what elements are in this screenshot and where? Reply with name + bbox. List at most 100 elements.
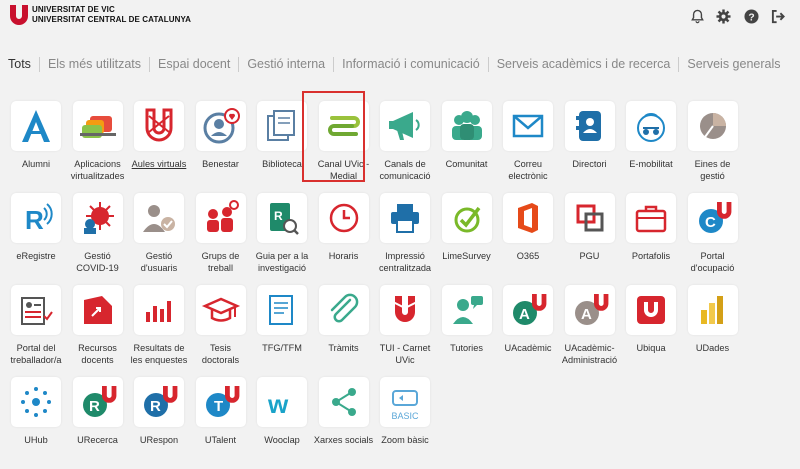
app-tile-box[interactable]	[134, 285, 184, 335]
app-tile[interactable]: Aplicacions virtualitzades	[68, 101, 128, 193]
app-tile-box[interactable]	[318, 377, 369, 427]
app-tile[interactable]: Correu electrònic	[498, 101, 558, 193]
logout-icon[interactable]	[770, 8, 786, 24]
app-tile[interactable]: Alumni	[6, 101, 66, 193]
app-tile[interactable]: LimeSurvey	[437, 193, 497, 285]
app-tile-box[interactable]: A	[503, 285, 553, 335]
app-tile[interactable]: C Portal d'ocupació	[683, 193, 743, 285]
app-tile-box[interactable]: w	[257, 377, 307, 427]
app-tile-box[interactable]	[564, 193, 615, 243]
app-tile-box[interactable]: BASIC	[380, 377, 430, 427]
app-tile[interactable]: Xarxes socials	[314, 377, 374, 469]
app-tile-box[interactable]	[626, 285, 676, 335]
help-icon[interactable]: ?	[743, 8, 759, 24]
tab-serveis-academics[interactable]: Serveis acadèmics i de recerca	[489, 57, 679, 71]
app-tile-box[interactable]	[318, 285, 369, 335]
app-tile[interactable]: Aules virtuals	[129, 101, 189, 193]
app-tile[interactable]: A UAcadèmic-Administració	[560, 285, 620, 377]
app-tile-box[interactable]	[72, 193, 123, 243]
app-tile-box[interactable]	[380, 285, 430, 335]
app-tile[interactable]: TUI - Carnet UVic	[375, 285, 435, 377]
app-tile-box[interactable]	[626, 193, 676, 243]
tab-serveis-generals[interactable]: Serveis generals	[679, 57, 788, 71]
app-tile[interactable]: R URecerca	[68, 377, 128, 469]
app-tile-box[interactable]	[441, 193, 492, 243]
app-tile-box[interactable]	[687, 285, 738, 335]
app-tile[interactable]: w Wooclap	[252, 377, 312, 469]
app-tile-box[interactable]: A	[564, 285, 615, 335]
app-tile[interactable]: Tràmits	[314, 285, 374, 377]
app-tile-box[interactable]	[195, 101, 246, 151]
app-tile-box[interactable]: T	[195, 377, 246, 427]
app-tile[interactable]: O365	[498, 193, 558, 285]
app-tile-box[interactable]	[134, 193, 184, 243]
tab-espai-docent[interactable]: Espai docent	[150, 57, 238, 71]
app-tile-box[interactable]	[11, 101, 61, 151]
app-tile[interactable]: Eines de gestió	[683, 101, 743, 193]
app-tile[interactable]: Recursos docents	[68, 285, 128, 377]
app-tile-box[interactable]	[11, 377, 61, 427]
app-tile-box[interactable]	[441, 285, 492, 335]
app-tile-box[interactable]	[195, 285, 246, 335]
app-tile-box[interactable]	[564, 101, 615, 151]
app-tile[interactable]: BASIC Zoom bàsic	[375, 377, 435, 469]
app-tile[interactable]: PGU	[560, 193, 620, 285]
tab-tots[interactable]: Tots	[0, 57, 39, 71]
tab-gestio-interna[interactable]: Gestió interna	[239, 57, 333, 71]
app-tile[interactable]: T UTalent	[191, 377, 251, 469]
app-tile-box[interactable]	[441, 101, 492, 151]
app-tile-box[interactable]	[72, 101, 123, 151]
app-tile-box[interactable]	[257, 285, 307, 335]
app-tile-box[interactable]	[380, 193, 430, 243]
app-tile[interactable]: UHub	[6, 377, 66, 469]
svg-text:w: w	[267, 389, 289, 419]
bell-icon[interactable]	[689, 8, 705, 24]
app-tile[interactable]: Portafolis	[621, 193, 681, 285]
app-tile[interactable]: Directori	[560, 101, 620, 193]
app-tile-box[interactable]	[380, 101, 430, 151]
app-tile-box[interactable]	[626, 101, 676, 151]
tab-mes-utilitzats[interactable]: Els més utilitzats	[40, 57, 149, 71]
app-tile[interactable]: Canals de comunicació	[375, 101, 435, 193]
uvic-logo-icon[interactable]	[10, 5, 28, 25]
app-tile-box[interactable]	[503, 101, 553, 151]
app-tile[interactable]: Canal UVic - Medial	[314, 101, 374, 193]
app-tile[interactable]: UDades	[683, 285, 743, 377]
tab-informacio-comunicacio[interactable]: Informació i comunicació	[334, 57, 488, 71]
app-tile-box[interactable]	[503, 193, 553, 243]
app-tile-box[interactable]: C	[687, 193, 738, 243]
gear-icon[interactable]	[715, 8, 731, 24]
app-tile[interactable]: E-mobilitat	[621, 101, 681, 193]
brand-name[interactable]: UNIVERSITAT DE VIC UNIVERSITAT CENTRAL D…	[32, 5, 191, 24]
app-tile[interactable]: Biblioteca	[252, 101, 312, 193]
app-tile-box[interactable]: R	[72, 377, 123, 427]
app-tile[interactable]: Ubiqua	[621, 285, 681, 377]
app-tile[interactable]: Comunitat	[437, 101, 497, 193]
app-tile[interactable]: Gestió d'usuaris	[129, 193, 189, 285]
app-tile[interactable]: R URespon	[129, 377, 189, 469]
app-tile[interactable]: Tutories	[437, 285, 497, 377]
app-tile[interactable]: A UAcadèmic	[498, 285, 558, 377]
app-tile[interactable]: ReRegistre	[6, 193, 66, 285]
app-tile-box[interactable]	[318, 193, 369, 243]
app-tile[interactable]: Horaris	[314, 193, 374, 285]
app-tile-box[interactable]	[318, 101, 369, 151]
app-tile[interactable]: R Guia per a la investigació	[252, 193, 312, 285]
app-tile[interactable]: Grups de treball	[191, 193, 251, 285]
app-tile-box[interactable]	[11, 285, 61, 335]
app-tile[interactable]: Resultats de les enquestes	[129, 285, 189, 377]
app-tile[interactable]: Portal del treballador/a	[6, 285, 66, 377]
app-tile-box[interactable]: R	[11, 193, 61, 243]
app-tile-box[interactable]	[134, 101, 184, 151]
app-tile[interactable]: TFG/TFM	[252, 285, 312, 377]
app-tile[interactable]: Gestió COVID-19	[68, 193, 128, 285]
app-tile[interactable]: Benestar	[191, 101, 251, 193]
app-tile-box[interactable]	[195, 193, 246, 243]
app-tile-box[interactable]: R	[257, 193, 307, 243]
app-tile-box[interactable]	[687, 101, 738, 151]
app-tile-box[interactable]: R	[134, 377, 184, 427]
app-tile[interactable]: Tesis doctorals	[191, 285, 251, 377]
app-tile[interactable]: Impressió centralitzada	[375, 193, 435, 285]
app-tile-box[interactable]	[72, 285, 123, 335]
app-tile-box[interactable]	[257, 101, 307, 151]
